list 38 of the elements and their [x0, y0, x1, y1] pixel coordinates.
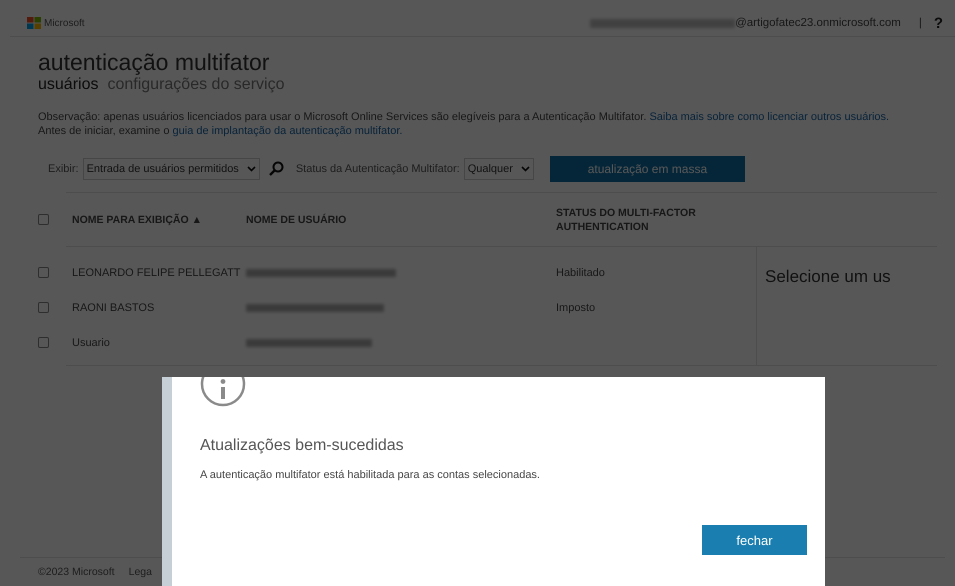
dialog-message: A autenticação multifator está habilitada para as contas selecionadas. — [200, 469, 541, 481]
table-cell: Imposto — [556, 302, 596, 314]
status-label: Status da Autenticação Multifator: — [296, 163, 460, 175]
checkbox[interactable] — [38, 267, 49, 278]
table-cell-text: Usuario — [71, 336, 111, 348]
tab[interactable]: usuários — [38, 76, 98, 94]
checkbox[interactable] — [38, 214, 49, 225]
table-cell-text: LEONARDO FELIPE PELLEGATT — [71, 266, 242, 278]
status-dropdown[interactable]: Qualquer — [464, 158, 534, 180]
column-header[interactable]: STATUS DO MULTI-FACTOR AUTHENTICATION — [556, 206, 719, 234]
close-button[interactable]: fechar — [702, 525, 807, 555]
dialog-title: Atualizações bem-sucedidas — [200, 437, 405, 455]
note-text: Observação: apenas usuários licenciados para usar o Microsoft Online Services são elegíveis para a Autenticação Multifator. Saiba mais sobre como licenciar outros usuários. — [38, 110, 890, 124]
view-dropdown[interactable]: Entrada de usuários permitidos — [82, 158, 260, 180]
table-cell-text: RAONI BASTOS — [71, 302, 156, 314]
bulk-update-button[interactable]: atualização em massa — [550, 156, 745, 182]
page-title: autenticação multifator — [38, 48, 270, 77]
view-label: Exibir: — [48, 163, 79, 175]
learn-more-link[interactable]: Saiba mais sobre como licenciar outros usuários. — [649, 111, 890, 123]
column-header[interactable]: NOME PARA EXIBIÇÃO ▲ — [66, 214, 246, 226]
search-icon[interactable] — [268, 161, 284, 177]
logo-icon — [27, 17, 41, 29]
checkbox[interactable] — [38, 302, 49, 313]
note-text: Antes de iniciar, examine o guia de implantação da autenticação multifator. — [38, 124, 404, 138]
account-email[interactable]: @artigofatec23.onmicrosoft.com — [735, 17, 901, 29]
chevron-down-icon — [520, 166, 530, 172]
guide-link[interactable]: guia de implantação da autenticação multifator. — [172, 125, 402, 137]
panel-heading: Selecione um us — [765, 267, 891, 286]
chevron-down-icon — [246, 166, 256, 172]
help-link[interactable]: ? — [934, 14, 943, 32]
separator: | — [918, 17, 922, 29]
table-cell: Habilitado — [556, 266, 605, 278]
legal-link[interactable]: Lega — [128, 566, 152, 578]
column-header[interactable]: NOME DE USUÁRIO — [246, 214, 556, 226]
checkbox[interactable] — [38, 337, 49, 348]
brand-name: Microsoft — [44, 18, 85, 28]
info-icon — [200, 377, 246, 407]
copyright-text: ©2023 Microsoft — [38, 566, 115, 578]
